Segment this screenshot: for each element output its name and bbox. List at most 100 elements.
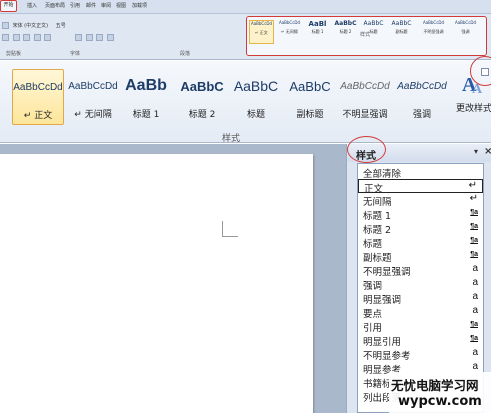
style-sample: AaBb <box>125 77 167 94</box>
style-item-intense-emphasis[interactable]: 明显强调 a <box>358 291 483 306</box>
chevron-down-icon[interactable]: ▾ <box>474 147 478 156</box>
style-item-name: 标题 <box>363 239 383 250</box>
style-sample: AaBbCcDd <box>13 82 63 93</box>
mini-tab-mailings[interactable]: 邮件 <box>86 2 96 9</box>
styles-pane-header: 样式 ▾ × <box>347 136 491 163</box>
style-emphasis[interactable]: AaBbCcDd 强调 <box>396 69 448 125</box>
italic-icon[interactable] <box>12 34 20 41</box>
style-subtle-emphasis[interactable]: AaBbCcDd 不明显强调 <box>337 69 393 125</box>
style-item-name: 强调 <box>363 281 383 292</box>
change-styles-label: 更改样式 <box>455 104 491 114</box>
style-sample: AaBbCcDd <box>68 81 118 92</box>
mini-style-heading-2[interactable]: AaBbC 标题 2 <box>333 20 358 44</box>
style-item-name: 无间隔 <box>363 197 392 208</box>
style-item-strong[interactable]: 要点 a <box>358 305 483 320</box>
style-sample: AaBbCcDd <box>340 81 390 92</box>
mini-style-heading-1[interactable]: AaBl 标题 1 <box>305 20 330 44</box>
style-heading-1[interactable]: AaBb 标题 1 <box>122 69 170 125</box>
character-style-icon: a <box>472 361 478 372</box>
mini-tab-layout[interactable]: 页面布局 <box>45 2 65 9</box>
style-normal[interactable]: AaBbCcDd ↵ 正文 <box>12 69 64 125</box>
style-no-spacing[interactable]: AaBbCcDd ↵ 无间隔 <box>67 69 119 125</box>
style-item-name: 标题 1 <box>363 211 392 222</box>
watermark-url: wypcw.com <box>398 394 482 409</box>
style-heading-2[interactable]: AaBbC 标题 2 <box>175 69 229 125</box>
align-center-icon[interactable] <box>85 34 93 41</box>
style-label: 标题 <box>246 110 265 120</box>
mini-tab-addins[interactable]: 加载项 <box>132 2 147 9</box>
document-page[interactable] <box>0 154 313 413</box>
close-icon[interactable]: × <box>484 146 491 157</box>
style-sample: AaBbC <box>180 79 224 94</box>
mini-style-sample: AaBbCcDd <box>278 20 301 25</box>
style-item-name: 不明显参考 <box>363 351 411 362</box>
character-style-icon: a <box>472 291 478 302</box>
mini-style-label: ↵ 正文 <box>255 30 268 35</box>
mini-group-font: 字体 <box>70 51 81 57</box>
mini-style-sample: AaBbCcDd <box>250 21 273 26</box>
linked-style-icon: ¶a <box>470 209 478 216</box>
annotation-circle-pane-title <box>347 136 386 163</box>
style-label: ↵ 无间隔 <box>74 110 112 120</box>
mini-tool-area: 宋体 (中文正文) 五号 剪贴板 字体 段落 <box>0 14 245 59</box>
linked-style-icon: ¶a <box>470 321 478 328</box>
mini-style-sample: AaBbC <box>363 20 384 27</box>
paste-icon[interactable] <box>2 22 9 29</box>
style-subtitle[interactable]: AaBbC 副标题 <box>285 69 335 125</box>
align-left-icon[interactable] <box>74 34 82 41</box>
mini-tab-review[interactable]: 审阅 <box>101 2 111 9</box>
mini-style-normal[interactable]: AaBbCcDd ↵ 正文 <box>249 20 274 44</box>
style-item-normal[interactable]: 正文 ↵ <box>358 179 483 195</box>
style-item-subtle-reference[interactable]: 不明显参考 a <box>358 347 483 362</box>
font-color-icon[interactable] <box>33 34 41 41</box>
mini-font-size[interactable]: 五号 <box>56 23 66 29</box>
style-item-heading-1[interactable]: 标题 1 ¶a <box>358 207 483 222</box>
mini-style-sample: AaBbCcDd <box>454 20 477 25</box>
align-right-icon[interactable] <box>96 34 104 41</box>
mini-style-no-spacing[interactable]: AaBbCcDd ↵ 无间隔 <box>277 20 302 44</box>
styles-dialog-launcher-icon[interactable] <box>481 68 489 76</box>
style-item-clear-all[interactable]: 全部清除 <box>358 165 483 180</box>
style-item-subtitle[interactable]: 副标题 ¶a <box>358 249 483 264</box>
style-item-name: 明显引用 <box>363 337 402 348</box>
style-label: 副标题 <box>296 110 324 120</box>
style-item-name: 引用 <box>363 323 383 334</box>
watermark-title: 无忧电脑学习网 <box>391 378 479 393</box>
mini-style-label: 不明显强调 <box>423 29 444 34</box>
bold-icon[interactable] <box>2 34 9 41</box>
style-item-title[interactable]: 标题 ¶a <box>358 235 483 250</box>
mini-tab-insert[interactable]: 插入 <box>27 2 37 9</box>
mini-tab-view[interactable]: 视图 <box>116 2 126 9</box>
style-item-quote[interactable]: 引用 ¶a <box>358 319 483 334</box>
mini-group-styles: 样式 <box>360 32 371 38</box>
style-item-intense-quote[interactable]: 明显引用 ¶a <box>358 333 483 348</box>
linked-style-icon: ¶a <box>470 237 478 244</box>
margin-corner-mark <box>222 221 238 237</box>
linked-style-icon: ¶a <box>470 251 478 258</box>
mini-style-subtle-emphasis[interactable]: AaBbCcDd 不明显强调 <box>417 20 450 44</box>
highlight-icon[interactable] <box>44 34 52 41</box>
mini-font-name[interactable]: 宋体 (中文正文) <box>13 23 49 29</box>
line-spacing-icon[interactable] <box>106 34 114 41</box>
style-item-subtle-emphasis[interactable]: 不明显强调 a <box>358 263 483 278</box>
style-item-heading-2[interactable]: 标题 2 ¶a <box>358 221 483 236</box>
style-label: 强调 <box>412 110 431 120</box>
mini-group-clipboard: 剪贴板 <box>6 51 22 57</box>
style-item-name: 要点 <box>363 309 383 320</box>
mini-style-label: 强调 <box>461 29 470 34</box>
style-item-emphasis[interactable]: 强调 a <box>358 277 483 292</box>
style-item-no-spacing[interactable]: 无间隔 ↵ <box>358 193 483 208</box>
mini-style-label: ↵ 无间隔 <box>281 29 298 34</box>
mini-style-emphasis[interactable]: AaBbCcDd 强调 <box>453 20 478 44</box>
style-title[interactable]: AaBbC 标题 <box>230 69 282 125</box>
mini-style-sample: AaBbC <box>334 20 357 27</box>
mini-style-subtitle[interactable]: AaBbC 副标题 <box>389 20 414 44</box>
mini-style-sample: AaBbC <box>391 20 412 27</box>
watermark: 无忧电脑学习网 wypcw.com <box>389 372 491 413</box>
mini-style-sample: AaBl <box>308 20 327 28</box>
mini-style-sample: AaBbCcDd <box>422 20 445 25</box>
mini-tab-references[interactable]: 引用 <box>70 2 80 9</box>
mini-format-row <box>2 34 116 43</box>
mini-tab-home[interactable]: 开始 <box>0 0 17 12</box>
underline-icon[interactable] <box>23 34 31 41</box>
